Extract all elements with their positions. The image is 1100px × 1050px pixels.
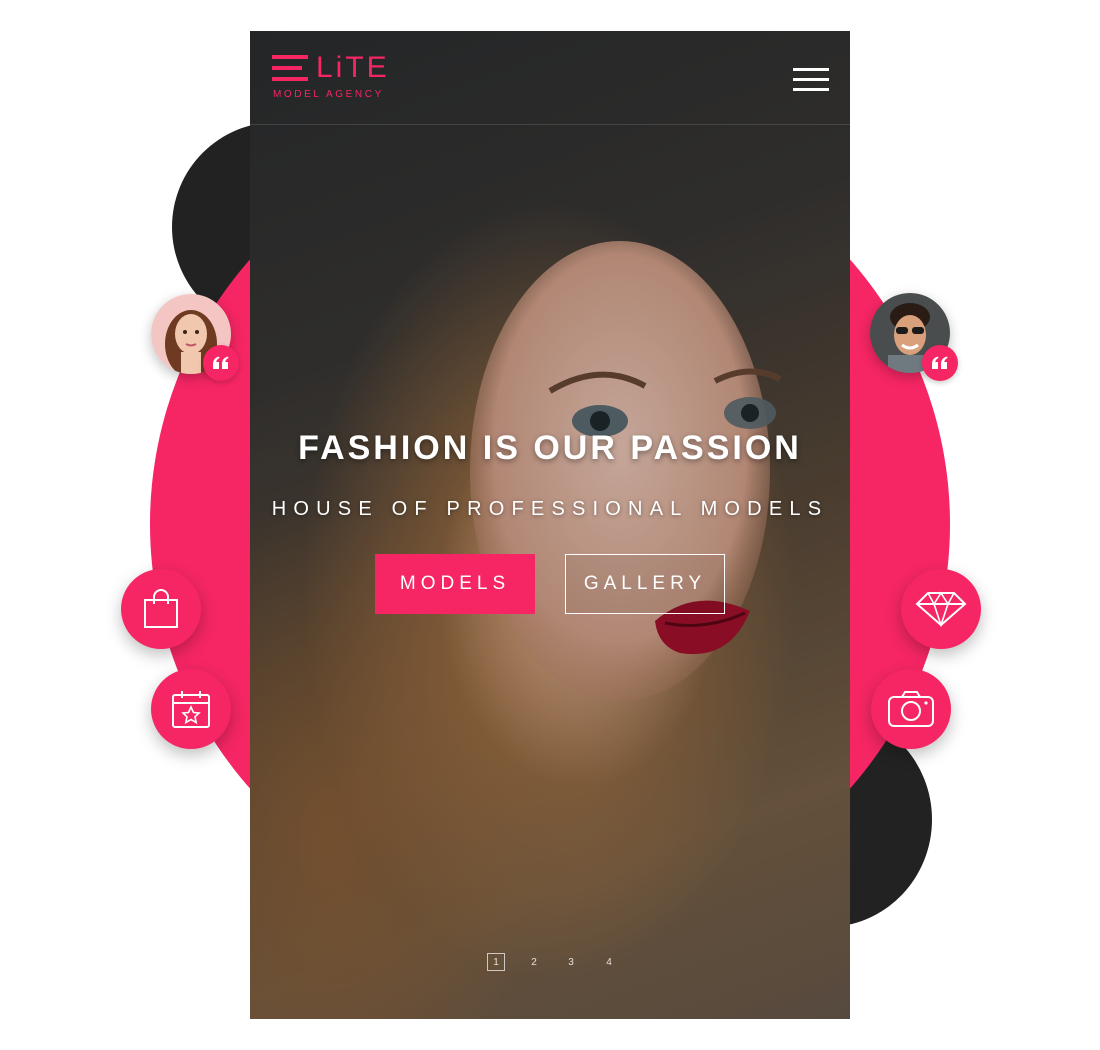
hero-title: FASHION IS OUR PASSION [298, 429, 802, 467]
quote-icon [922, 345, 958, 381]
shopping-bag-button[interactable] [121, 569, 201, 649]
hero-subtitle: HOUSE OF PROFESSIONAL MODELS [271, 498, 829, 520]
brand-logo[interactable]: LiTE MODEL AGENCY [272, 51, 402, 103]
quote-mark-icon [213, 356, 229, 369]
site-header: LiTE MODEL AGENCY [250, 31, 850, 125]
website-mockup: LiTE MODEL AGENCY FASHION IS OUR PASSION… [250, 31, 850, 1019]
gallery-button[interactable]: GALLERY [565, 554, 725, 614]
page-2[interactable]: 2 [525, 953, 543, 971]
page-4[interactable]: 4 [600, 953, 618, 971]
calendar-star-icon [172, 691, 210, 728]
diamond-button[interactable] [901, 569, 981, 649]
camera-button[interactable] [871, 669, 951, 749]
calendar-button[interactable] [151, 669, 231, 749]
hamburger-menu-icon[interactable] [793, 68, 829, 91]
camera-icon [888, 691, 934, 727]
logo-mark-icon [272, 55, 308, 88]
quote-icon [203, 345, 239, 381]
page-1[interactable]: 1 [487, 953, 505, 971]
brand-tagline: MODEL AGENCY [273, 89, 384, 100]
shopping-bag-icon [144, 589, 178, 628]
brand-name: LiTE [316, 51, 390, 84]
page-3[interactable]: 3 [562, 953, 580, 971]
slider-pagination: 1 2 3 4 [487, 953, 627, 973]
quote-mark-icon [932, 356, 948, 369]
photo-overlay [250, 31, 850, 1019]
models-button[interactable]: MODELS [375, 554, 535, 614]
diamond-icon [915, 591, 967, 627]
